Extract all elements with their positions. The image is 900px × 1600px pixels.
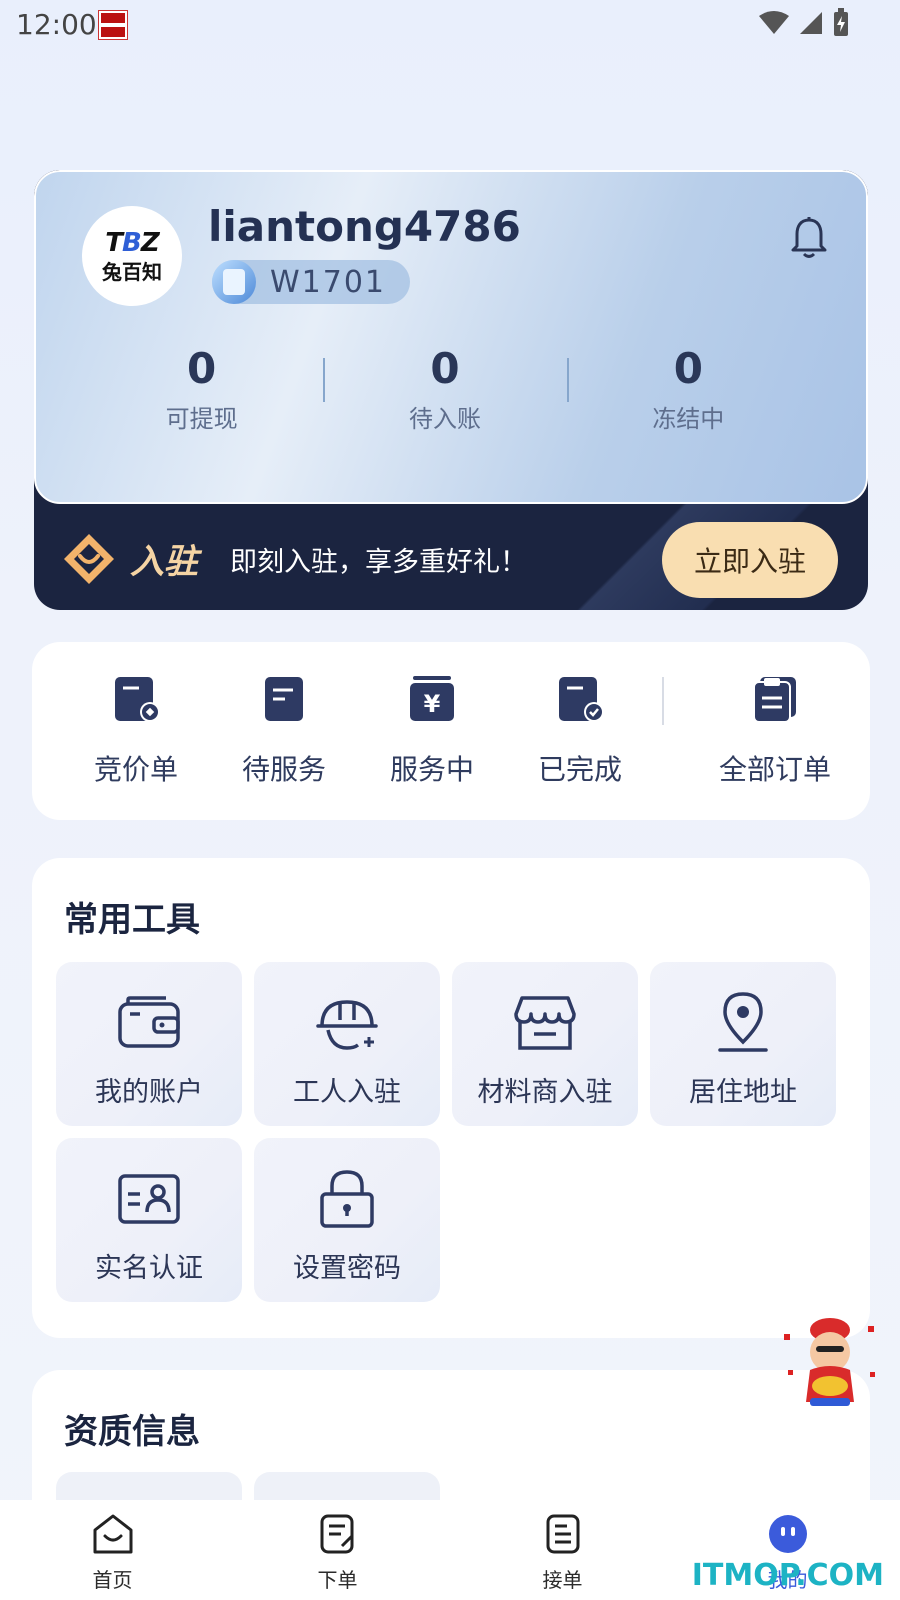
watermark: ITMOP.COM <box>691 1558 884 1593</box>
home-icon <box>93 1514 132 1554</box>
stat-label: 待入账 <box>408 405 481 433</box>
order-tab-in-service[interactable]: ¥ 服务中 <box>358 674 506 788</box>
bid-order-icon <box>115 677 160 722</box>
status-bar: 12:00 <box>0 0 900 50</box>
username: liantong4786 <box>208 202 521 251</box>
tool-label: 设置密码 <box>293 1253 401 1284</box>
signal-icon <box>800 12 822 34</box>
stat-label: 可提现 <box>165 405 238 433</box>
order-tab-label: 已完成 <box>537 753 622 786</box>
status-icons <box>758 8 850 38</box>
tool-real-name[interactable]: 实名认证 <box>56 1138 242 1302</box>
wallet-icon <box>118 996 180 1048</box>
join-banner: 入驻 即刻入驻，享多重好礼！ 立即入驻 <box>34 504 868 610</box>
join-text: 即刻入驻，享多重好礼！ <box>230 547 527 578</box>
stat-value: 0 <box>673 344 703 393</box>
document-list-icon <box>546 1514 579 1554</box>
tool-my-account[interactable]: 我的账户 <box>56 962 242 1126</box>
tool-label: 我的账户 <box>95 1077 203 1108</box>
orders-card: 竞价单 待服务 ¥ 服务中 已完成 全部订单 <box>32 642 870 820</box>
diamond-star-icon <box>64 534 114 584</box>
nav-label: 首页 <box>92 1568 133 1592</box>
id-card-icon <box>118 1174 180 1224</box>
hardhat-icon <box>316 1000 378 1050</box>
order-tab-label: 待服务 <box>241 753 326 786</box>
tool-set-password[interactable]: 设置密码 <box>254 1138 440 1302</box>
level-text: W1701 <box>270 264 387 300</box>
fortune-mascot-icon[interactable] <box>780 1312 880 1412</box>
profile-summary: TBZ 兔百知 liantong4786 W1701 0 可提现 0 待入账 0… <box>34 170 868 504</box>
order-tab-label: 竞价单 <box>93 753 178 786</box>
all-orders-button[interactable]: 全部订单 <box>680 674 870 788</box>
completed-icon <box>559 677 604 722</box>
stat-pending[interactable]: 0 待入账 <box>323 344 566 444</box>
avatar-logo-text: TBZ <box>105 227 159 258</box>
location-pin-icon <box>718 992 768 1052</box>
tool-label: 工人入驻 <box>293 1077 401 1108</box>
nav-take-order[interactable]: 接单 <box>450 1500 675 1600</box>
nav-home[interactable]: 首页 <box>0 1500 225 1600</box>
join-now-button[interactable]: 立即入驻 <box>662 522 838 598</box>
pending-service-icon <box>265 677 303 721</box>
profile-face-icon <box>768 1515 807 1553</box>
stat-label: 冻结中 <box>652 405 725 433</box>
join-title: 入驻 <box>130 542 198 582</box>
wifi-icon <box>759 11 789 34</box>
tool-label: 居住地址 <box>689 1077 797 1108</box>
status-time: 12:00 <box>16 8 97 41</box>
order-tab-bidding[interactable]: 竞价单 <box>62 674 210 788</box>
notification-app-icon <box>98 10 128 40</box>
level-badge: W1701 <box>212 260 410 304</box>
tools-card: 常用工具 我的账户 工人入驻 材料商入驻 居住地址 实名认证 设置密码 <box>32 858 870 1338</box>
bell-icon[interactable] <box>790 216 828 260</box>
lock-icon <box>320 1170 374 1228</box>
stat-value: 0 <box>187 344 217 393</box>
tools-section-title: 常用工具 <box>64 900 200 940</box>
store-icon <box>514 996 576 1050</box>
edit-document-icon <box>320 1514 353 1554</box>
battery-icon <box>834 8 848 36</box>
balance-stats: 0 可提现 0 待入账 0 冻结中 <box>80 344 810 444</box>
stat-value: 0 <box>430 344 460 393</box>
nav-place-order[interactable]: 下单 <box>225 1500 450 1600</box>
order-tab-pending[interactable]: 待服务 <box>210 674 358 788</box>
avatar[interactable]: TBZ 兔百知 <box>82 206 182 306</box>
stat-withdrawable[interactable]: 0 可提现 <box>80 344 323 444</box>
level-gem-icon <box>212 260 256 304</box>
tool-address[interactable]: 居住地址 <box>650 962 836 1126</box>
in-service-icon: ¥ <box>410 676 454 721</box>
divider <box>662 677 664 725</box>
tool-worker-join[interactable]: 工人入驻 <box>254 962 440 1126</box>
clipboard-icon <box>753 677 796 723</box>
tool-label: 实名认证 <box>95 1253 203 1284</box>
nav-label: 接单 <box>542 1568 583 1592</box>
tool-label: 材料商入驻 <box>477 1077 613 1108</box>
avatar-logo-subtext: 兔百知 <box>102 259 162 284</box>
qualifications-section-title: 资质信息 <box>64 1412 200 1452</box>
profile-card: TBZ 兔百知 liantong4786 W1701 0 可提现 0 待入账 0… <box>34 170 868 610</box>
order-tab-completed[interactable]: 已完成 <box>506 674 654 788</box>
stat-frozen[interactable]: 0 冻结中 <box>566 344 810 444</box>
all-orders-label: 全部订单 <box>718 753 831 786</box>
nav-label: 下单 <box>317 1568 358 1592</box>
tool-supplier-join[interactable]: 材料商入驻 <box>452 962 638 1126</box>
order-tab-label: 服务中 <box>389 753 474 786</box>
svg-text:¥: ¥ <box>424 690 441 718</box>
